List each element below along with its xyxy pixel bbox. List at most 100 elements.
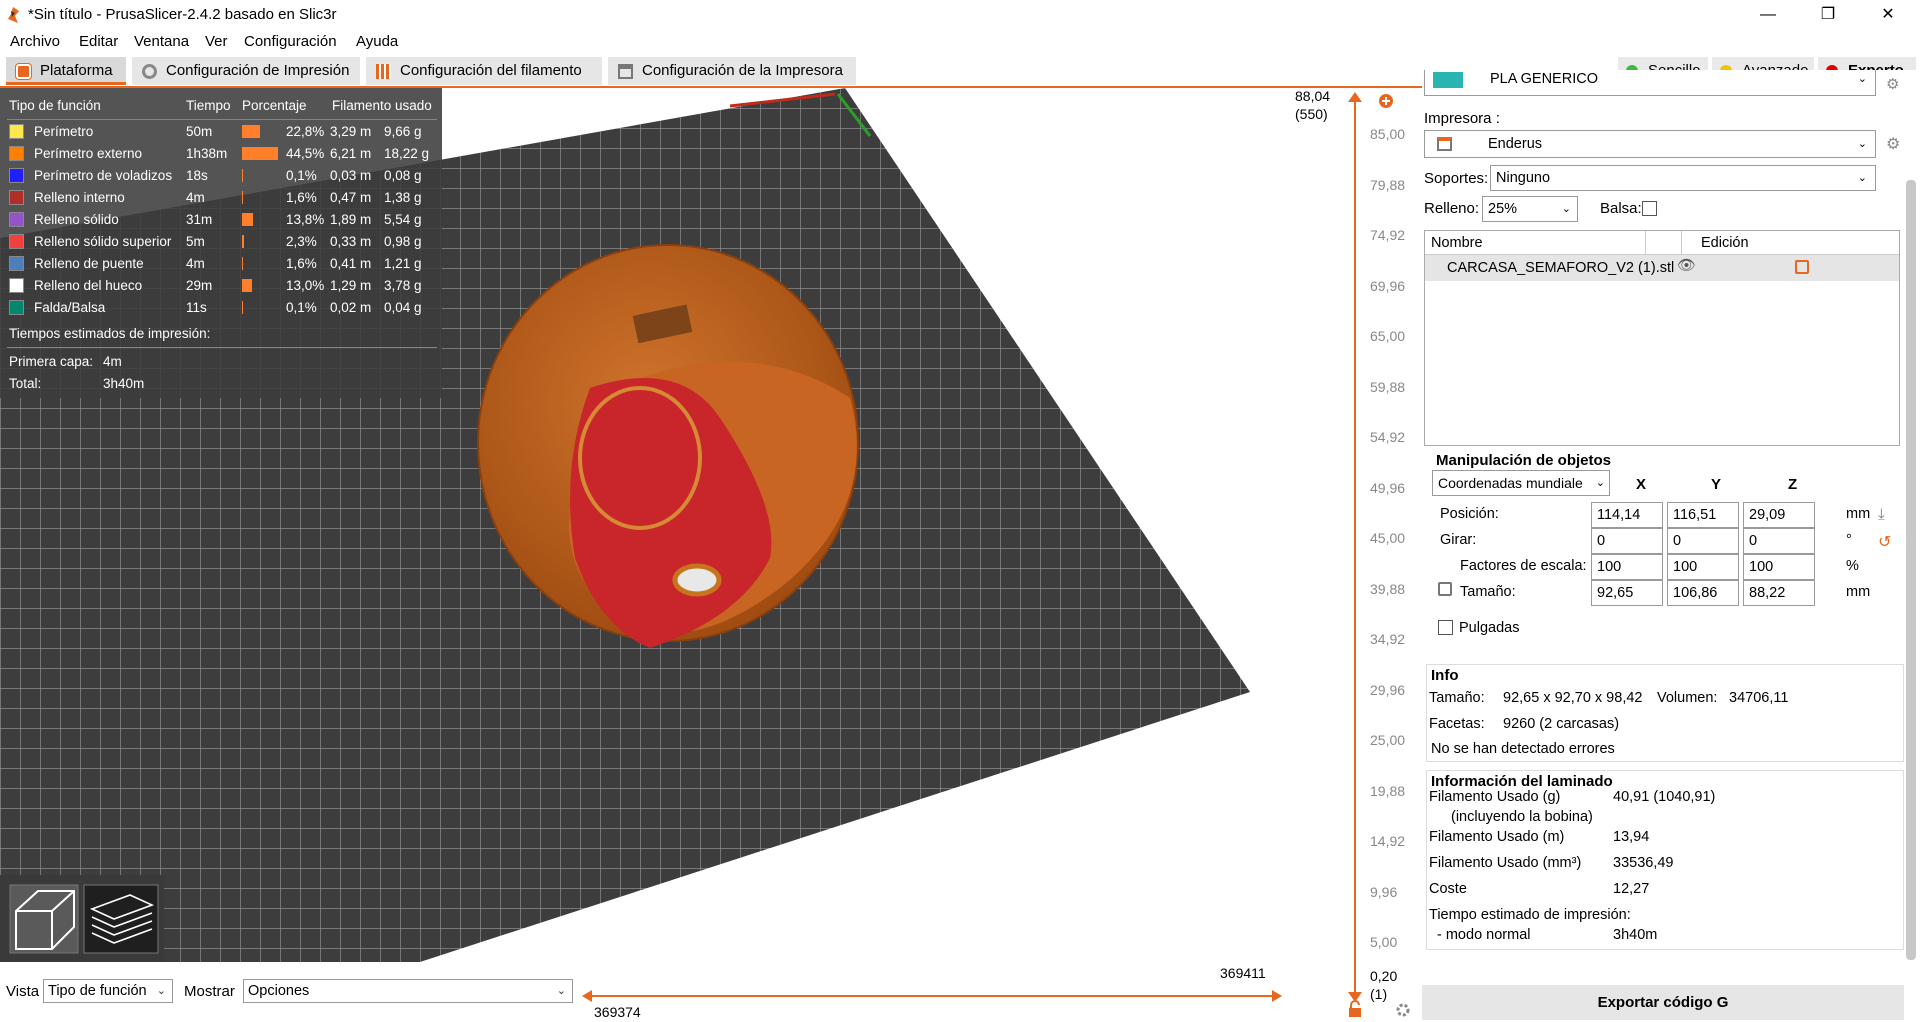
drop-to-bed-icon[interactable]: ⤓ [1878, 506, 1885, 523]
position-x-input[interactable]: 114,14 [1591, 502, 1663, 528]
slice-info-label: - modo normal [1437, 927, 1531, 943]
eye-icon[interactable]: 👁 [1677, 256, 1696, 274]
layer-tick-label: 34,92 [1370, 631, 1406, 647]
supports-select[interactable]: Ninguno ⌄ [1490, 165, 1876, 191]
tab-filament-settings[interactable]: Configuración del filamento [366, 57, 602, 85]
legend-m: 3,29 m [330, 124, 372, 139]
rotate-x-input[interactable]: 0 [1591, 528, 1663, 554]
coordinates-select[interactable]: Coordenadas mundiale ⌄ [1432, 470, 1610, 496]
layer-tick-label: 25,00 [1370, 732, 1406, 748]
menu-editar[interactable]: Editar [79, 33, 118, 50]
layer-tick-label: 59,88 [1370, 378, 1406, 395]
filament-color-swatch [1433, 72, 1463, 88]
show-options-select[interactable]: Opciones ⌄ [243, 979, 573, 1003]
menu-configuracion[interactable]: Configuración [244, 33, 337, 50]
3d-viewport[interactable]: Tipo de función Tiempo Porcentaje Filamento… [0, 88, 1285, 962]
rotate-label: Girar: [1440, 532, 1477, 548]
legend-m: 0,47 m [330, 190, 372, 205]
view-type-select[interactable]: Tipo de función ⌄ [43, 979, 173, 1003]
cog-icon[interactable] [1395, 1002, 1411, 1018]
position-y-input[interactable]: 116,51 [1667, 502, 1739, 528]
tab-plataforma[interactable]: Plataforma [6, 57, 126, 85]
lock-icon[interactable] [1347, 1000, 1363, 1018]
legend-g: 0,98 g [384, 234, 422, 249]
inches-checkbox[interactable] [1438, 620, 1453, 635]
size-y-input[interactable]: 106,86 [1667, 580, 1739, 606]
position-z-input[interactable]: 29,09 [1743, 502, 1815, 528]
legend-g: 1,21 g [384, 256, 422, 271]
3d-view-icon[interactable] [9, 884, 79, 954]
menu-ayuda[interactable]: Ayuda [356, 33, 398, 50]
edit-icon[interactable] [1795, 260, 1809, 274]
printer-select[interactable]: Enderus ⌄ [1424, 130, 1876, 158]
layer-tick-label: 29,96 [1370, 681, 1406, 698]
chevron-down-icon: ⌄ [156, 985, 166, 997]
size-x-input[interactable]: 92,65 [1591, 580, 1663, 606]
gear-icon [142, 64, 157, 79]
object-list-header: Nombre Edición [1425, 231, 1899, 255]
scale-unit: % [1846, 558, 1859, 574]
info-errors: No se han detectado errores [1431, 741, 1615, 757]
layer-bottom-height: 0,20 [1370, 968, 1398, 984]
tab-printer-settings[interactable]: Configuración de la Impresora [608, 57, 856, 85]
legend-row[interactable]: Perímetro 50m 22,8% 3,29 m 9,66 g [0, 121, 442, 143]
inches-label: Pulgadas [1459, 620, 1520, 636]
legend-row[interactable]: Perímetro externo 1h38m 44,5% 6,21 m 18,22 g [0, 143, 442, 165]
view-label: Vista [6, 983, 40, 1000]
lock-scale-icon[interactable] [1438, 582, 1452, 596]
layer-bottom-index: (1) [1370, 986, 1388, 1002]
scale-x-input[interactable]: 100 [1591, 554, 1663, 580]
restore-button[interactable]: ❐ [1805, 0, 1851, 30]
size-z-input[interactable]: 88,22 [1743, 580, 1815, 606]
info-size-value: 92,65 x 92,70 x 98,42 [1503, 690, 1643, 706]
object-row[interactable]: CARCASA_SEMAFORO_V2 (1).stl 👁 [1425, 255, 1899, 281]
export-gcode-button[interactable]: Exportar código G [1422, 985, 1904, 1020]
legend-row[interactable]: Relleno de puente 4m 1,6% 0,41 m 1,21 g [0, 253, 442, 275]
scale-z-input[interactable]: 100 [1743, 554, 1815, 580]
chevron-down-icon: ⌄ [556, 985, 566, 997]
rotate-z-input[interactable]: 0 [1743, 528, 1815, 554]
chevron-down-icon: ⌄ [1857, 138, 1867, 150]
legend-row[interactable]: Relleno sólido 31m 13,8% 1,89 m 5,54 g [0, 209, 442, 231]
layer-tick-label: 39,88 [1370, 580, 1406, 597]
menu-ventana[interactable]: Ventana [134, 33, 189, 50]
minimize-button[interactable]: — [1745, 0, 1791, 30]
printer-settings-icon[interactable]: ⚙ [1886, 134, 1900, 154]
legend-row[interactable]: Relleno del hueco 29m 13,0% 1,29 m 3,78 g [0, 275, 442, 297]
sidebar-scrollbar[interactable] [1906, 180, 1916, 960]
tab-label: Configuración de Impresión [166, 62, 350, 79]
add-color-change-icon[interactable] [1378, 93, 1394, 109]
filament-select[interactable]: PLA GENERICO ⌄ [1424, 70, 1876, 96]
scale-y-input[interactable]: 100 [1667, 554, 1739, 580]
horizontal-move-slider[interactable] [582, 986, 1282, 1006]
menu-ver[interactable]: Ver [205, 33, 228, 50]
tab-print-settings[interactable]: Configuración de Impresión [132, 57, 360, 85]
legend-row[interactable]: Relleno sólido superior 5m 2,3% 0,33 m 0,98 … [0, 231, 442, 253]
reset-rotation-icon[interactable]: ↺ [1878, 532, 1891, 552]
layers-view-icon[interactable] [83, 884, 159, 954]
legend-row[interactable]: Falda/Balsa 11s 0,1% 0,02 m 0,04 g [0, 297, 442, 319]
legend-row[interactable]: Perímetro de voladizos 18s 0,1% 0,03 m 0,08 … [0, 165, 442, 187]
slider-left-value: 369374 [594, 1004, 641, 1020]
printer-value: Enderus [1488, 136, 1543, 152]
legend-time: 1h38m [186, 146, 228, 161]
infill-select[interactable]: 25% ⌄ [1482, 196, 1578, 222]
chevron-down-icon: ⌄ [1561, 203, 1571, 215]
filament-settings-icon[interactable]: ⚙ [1886, 75, 1899, 93]
layer-slider-track[interactable] [1340, 88, 1370, 1022]
legend-pct: 0,1% [286, 168, 317, 183]
legend-pct: 0,1% [286, 300, 317, 315]
object-manipulation-panel: Manipulación de objetos Coordenadas mund… [1426, 452, 1904, 640]
slice-info-label: Filamento Usado (g) [1429, 789, 1561, 805]
legend-header: Tipo de función [9, 98, 101, 113]
close-button[interactable]: ✕ [1865, 0, 1911, 30]
legend-m: 6,21 m [330, 146, 372, 161]
raft-checkbox[interactable] [1642, 201, 1657, 216]
menu-archivo[interactable]: Archivo [10, 33, 60, 50]
view-toggle-panel [0, 875, 164, 962]
legend-row[interactable]: Relleno interno 4m 1,6% 0,47 m 1,38 g [0, 187, 442, 209]
bottom-toolbar: Vista Tipo de función ⌄ Mostrar Opciones… [0, 962, 1285, 1022]
rotate-y-input[interactable]: 0 [1667, 528, 1739, 554]
left-thumb-icon [582, 990, 592, 1002]
layer-slider[interactable]: 88,04 (550) 85,00 79,88 74,92 69,96 65,00 59,… [1285, 88, 1422, 1022]
